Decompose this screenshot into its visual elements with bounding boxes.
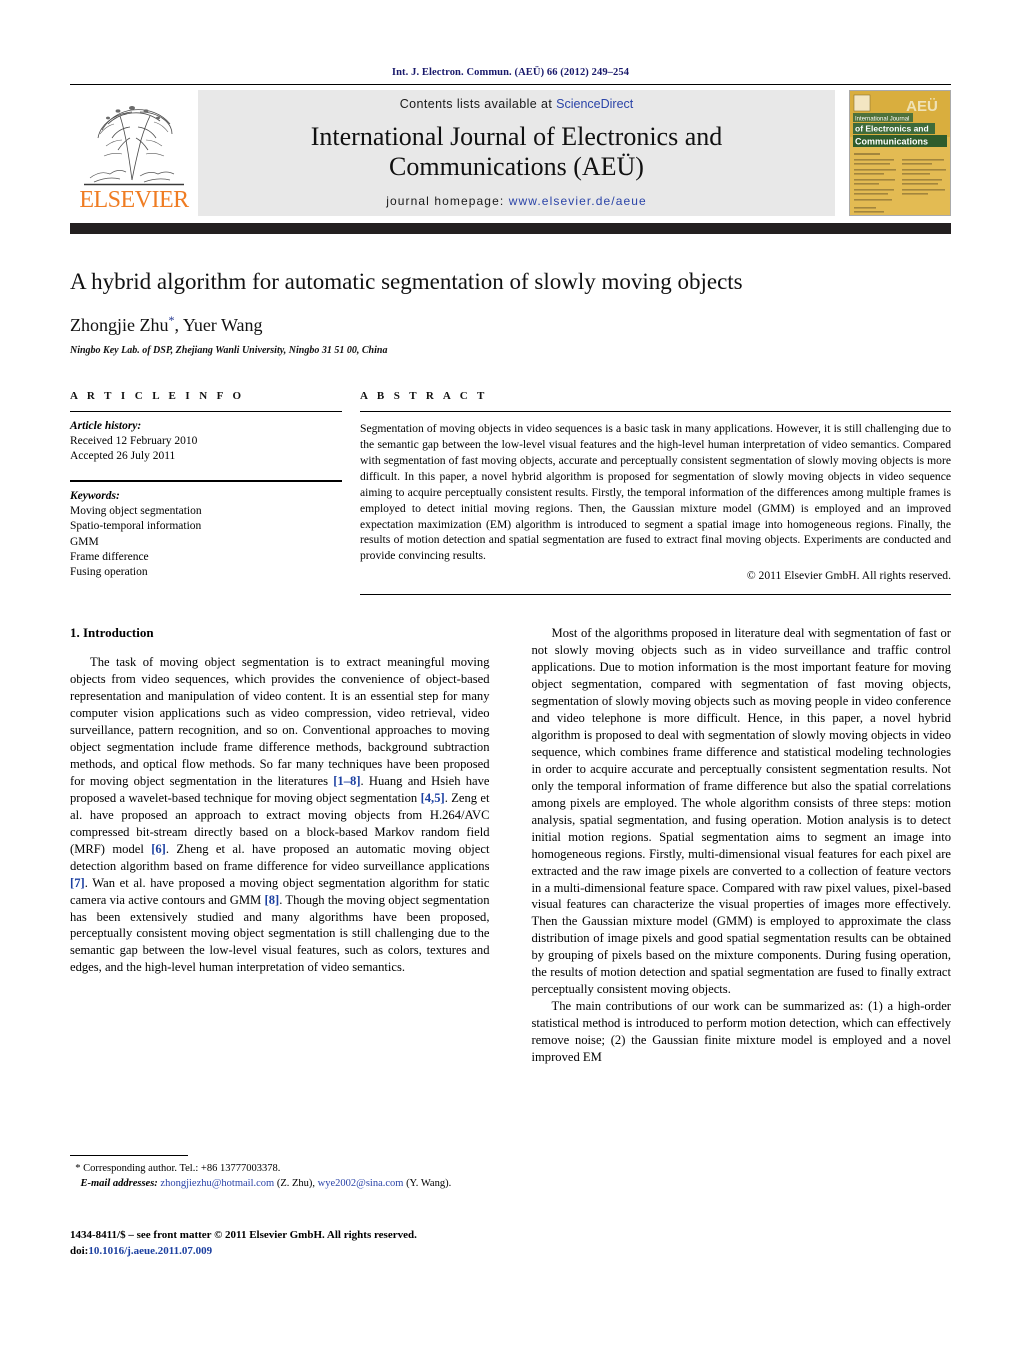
citation-link-8[interactable]: [8] [265, 893, 280, 907]
homepage-url-link[interactable]: www.elsevier.de/aeue [509, 194, 647, 208]
accepted-date: Accepted 26 July 2011 [70, 449, 176, 462]
doi-line: doi:10.1016/j.aeue.2011.07.009 [70, 1244, 510, 1260]
footnote-block: * Corresponding author. Tel.: +86 137770… [70, 1155, 500, 1191]
keywords-label: Keywords: [70, 490, 120, 503]
svg-text:Communications: Communications [855, 137, 928, 147]
citation-link-4-5[interactable]: [4,5] [421, 791, 445, 805]
info-abstract-row: A R T I C L E I N F O Article history: R… [70, 390, 951, 596]
keyword-item: Moving object segmentation [70, 505, 202, 518]
keyword-item: GMM [70, 535, 99, 548]
journal-title-line2: Communications (AEÜ) [389, 151, 644, 181]
keyword-item: Fusing operation [70, 565, 148, 578]
front-matter-line: 1434-8411/$ – see front matter © 2011 El… [70, 1229, 417, 1241]
abstract-column: A B S T R A C T Segmentation of moving o… [360, 390, 951, 596]
intro-paragraph-left: The task of moving object segmentation i… [70, 654, 490, 976]
contents-line: Contents lists available at ScienceDirec… [400, 97, 634, 111]
author-list: Zhongjie Zhu*, Yuer Wang [70, 313, 951, 336]
section-heading-introduction: 1. Introduction [70, 625, 154, 641]
abstract-rights: © 2011 Elsevier GmbH. All rights reserve… [746, 569, 951, 583]
article-info-column: A R T I C L E I N F O Article history: R… [70, 390, 360, 596]
running-head: Int. J. Electron. Commun. (AEÜ) 66 (2012… [391, 67, 630, 78]
journal-homepage-line: journal homepage: www.elsevier.de/aeue [386, 194, 647, 208]
doi-label: doi: [70, 1244, 89, 1257]
journal-title-line1: International Journal of Electronics and [310, 122, 723, 151]
article-history: Article history: Received 12 February 20… [70, 419, 342, 465]
info-rule-mid [70, 480, 342, 483]
body-paragraph-right-1: Most of the algorithms proposed in liter… [531, 626, 952, 997]
journal-title: International Journal of Electronics and… [311, 122, 723, 181]
doi-link[interactable]: 10.1016/j.aeue.2011.07.009 [88, 1245, 212, 1257]
imprint-block: 1434-8411/$ – see front matter © 2011 El… [70, 1228, 510, 1260]
sciencedirect-link[interactable]: ScienceDirect [556, 97, 633, 111]
abstract-text: Segmentation of moving objects in video … [360, 421, 951, 563]
journal-masthead: ELSEVIER Contents lists available at Sci… [70, 90, 951, 216]
page-title: A hybrid algorithm for automatic segment… [70, 269, 743, 294]
citation-link-6[interactable]: [6] [151, 842, 166, 856]
journal-info-box: Contents lists available at ScienceDirec… [198, 90, 835, 216]
contents-prefix: Contents lists available at [399, 97, 557, 111]
email-link-2[interactable]: wye2002@sina.com [318, 1178, 404, 1189]
email-link-1[interactable]: zhongjiezhu@hotmail.com [160, 1178, 274, 1189]
citation-link-1-8[interactable]: [1–8] [333, 774, 360, 788]
intro-text-a: The task of moving object segmentation i… [70, 655, 490, 789]
keyword-item: Frame difference [70, 550, 149, 563]
body-paragraph-right-2: The main contributions of our work can b… [531, 999, 952, 1064]
cover-artwork: AEÜ International Journal of Electronics… [850, 91, 950, 215]
masthead-dark-bar [70, 223, 951, 234]
info-rule-top [70, 410, 342, 412]
author-secondary: , Yuer Wang [174, 314, 263, 335]
abstract-rule-top [360, 410, 951, 412]
paper-page: Int. J. Electron. Commun. (AEÜ) 66 (2012… [0, 0, 1021, 1351]
journal-cover-thumbnail: AEÜ International Journal of Electronics… [849, 90, 951, 216]
corresponding-author-note: * Corresponding author. Tel.: +86 137770… [70, 1162, 500, 1177]
elsevier-tree-icon [84, 106, 184, 186]
body-columns: 1. Introduction The task of moving objec… [70, 625, 951, 1065]
elsevier-logo: ELSEVIER [70, 90, 198, 216]
email-owner-1: (Z. Zhu), [274, 1177, 318, 1189]
author-primary: Zhongjie Zhu [70, 314, 169, 335]
title-block: A hybrid algorithm for automatic segment… [70, 234, 951, 356]
keywords-block: Keywords: Moving object segmentation Spa… [70, 489, 342, 580]
email-addresses-label: E-mail addresses: [80, 1177, 158, 1189]
left-column: 1. Introduction The task of moving objec… [70, 625, 490, 1065]
footnote-text: * Corresponding author. Tel.: +86 137770… [70, 1162, 500, 1191]
header-rule [70, 84, 951, 85]
received-date: Received 12 February 2010 [70, 434, 198, 447]
affiliation: Ningbo Key Lab. of DSP, Zhejiang Wanli U… [70, 344, 388, 356]
email-owner-2: (Y. Wang). [406, 1177, 452, 1189]
abstract-heading: A B S T R A C T [360, 389, 488, 402]
citation-link-7[interactable]: [7] [70, 876, 85, 890]
elsevier-wordmark: ELSEVIER [79, 187, 189, 213]
email-note: E-mail addresses: zhongjiezhu@hotmail.co… [70, 1177, 500, 1192]
footnote-rule [70, 1155, 188, 1156]
svg-text:International Journal: International Journal [855, 117, 909, 123]
corresponding-author-detail: Corresponding author. Tel.: +86 13777003… [80, 1163, 281, 1174]
article-history-label: Article history: [70, 419, 142, 432]
right-column: Most of the algorithms proposed in liter… [532, 625, 952, 1065]
svg-text:AEÜ: AEÜ [906, 98, 938, 115]
svg-text:of Electronics and: of Electronics and [855, 124, 929, 134]
article-info-heading: A R T I C L E I N F O [70, 389, 245, 402]
homepage-label: journal homepage: [386, 194, 509, 209]
abstract-rule-bottom [360, 594, 951, 596]
keyword-item: Spatio-temporal information [70, 520, 202, 533]
